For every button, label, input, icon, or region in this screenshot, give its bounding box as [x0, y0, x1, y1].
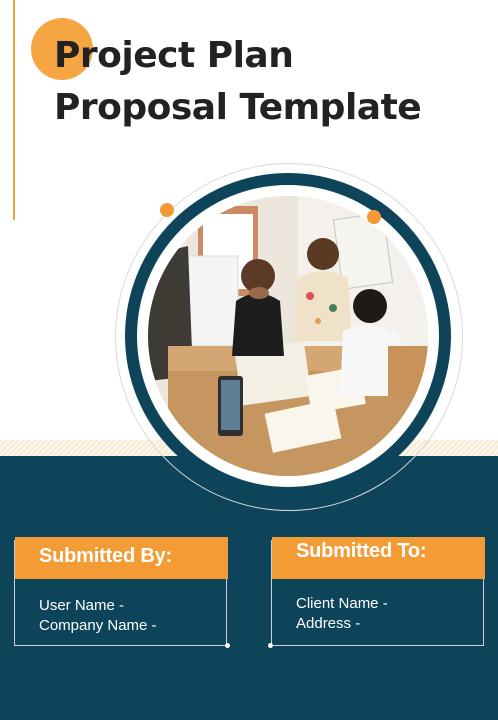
- title-line-1: Project Plan: [54, 35, 294, 76]
- accent-dot-right: [367, 210, 381, 224]
- address-label: Address -: [296, 615, 361, 632]
- team-meeting-photo: [148, 196, 428, 476]
- page-title: Project Plan Proposal Template: [54, 30, 422, 134]
- submitted-by-panel: Submitted By: User Name - Company Name -: [14, 537, 228, 646]
- submitted-by-header: Submitted By:: [15, 537, 228, 579]
- title-line-2: Proposal Template: [54, 87, 422, 128]
- user-name-label: User Name -: [39, 597, 125, 614]
- submitted-to-panel: Submitted To: Client Name - Address -: [271, 537, 485, 646]
- submitted-to-heading: Submitted To:: [296, 540, 427, 562]
- proposal-cover-page: Project Plan Proposal Template Submitted…: [0, 0, 498, 720]
- submitted-by-heading: Submitted By:: [39, 545, 172, 567]
- panel-end-dot-right: [268, 643, 273, 648]
- client-name-label: Client Name -: [296, 595, 388, 612]
- submitted-to-details: Client Name - Address -: [296, 594, 388, 634]
- accent-vertical-line: [13, 0, 15, 220]
- submitted-by-details: User Name - Company Name -: [39, 596, 157, 636]
- accent-dot-left: [160, 203, 174, 217]
- team-meeting-illustration: [148, 196, 428, 476]
- submitted-to-header: Submitted To:: [272, 537, 485, 579]
- company-name-label: Company Name -: [39, 617, 157, 634]
- panel-end-dot-left: [225, 643, 230, 648]
